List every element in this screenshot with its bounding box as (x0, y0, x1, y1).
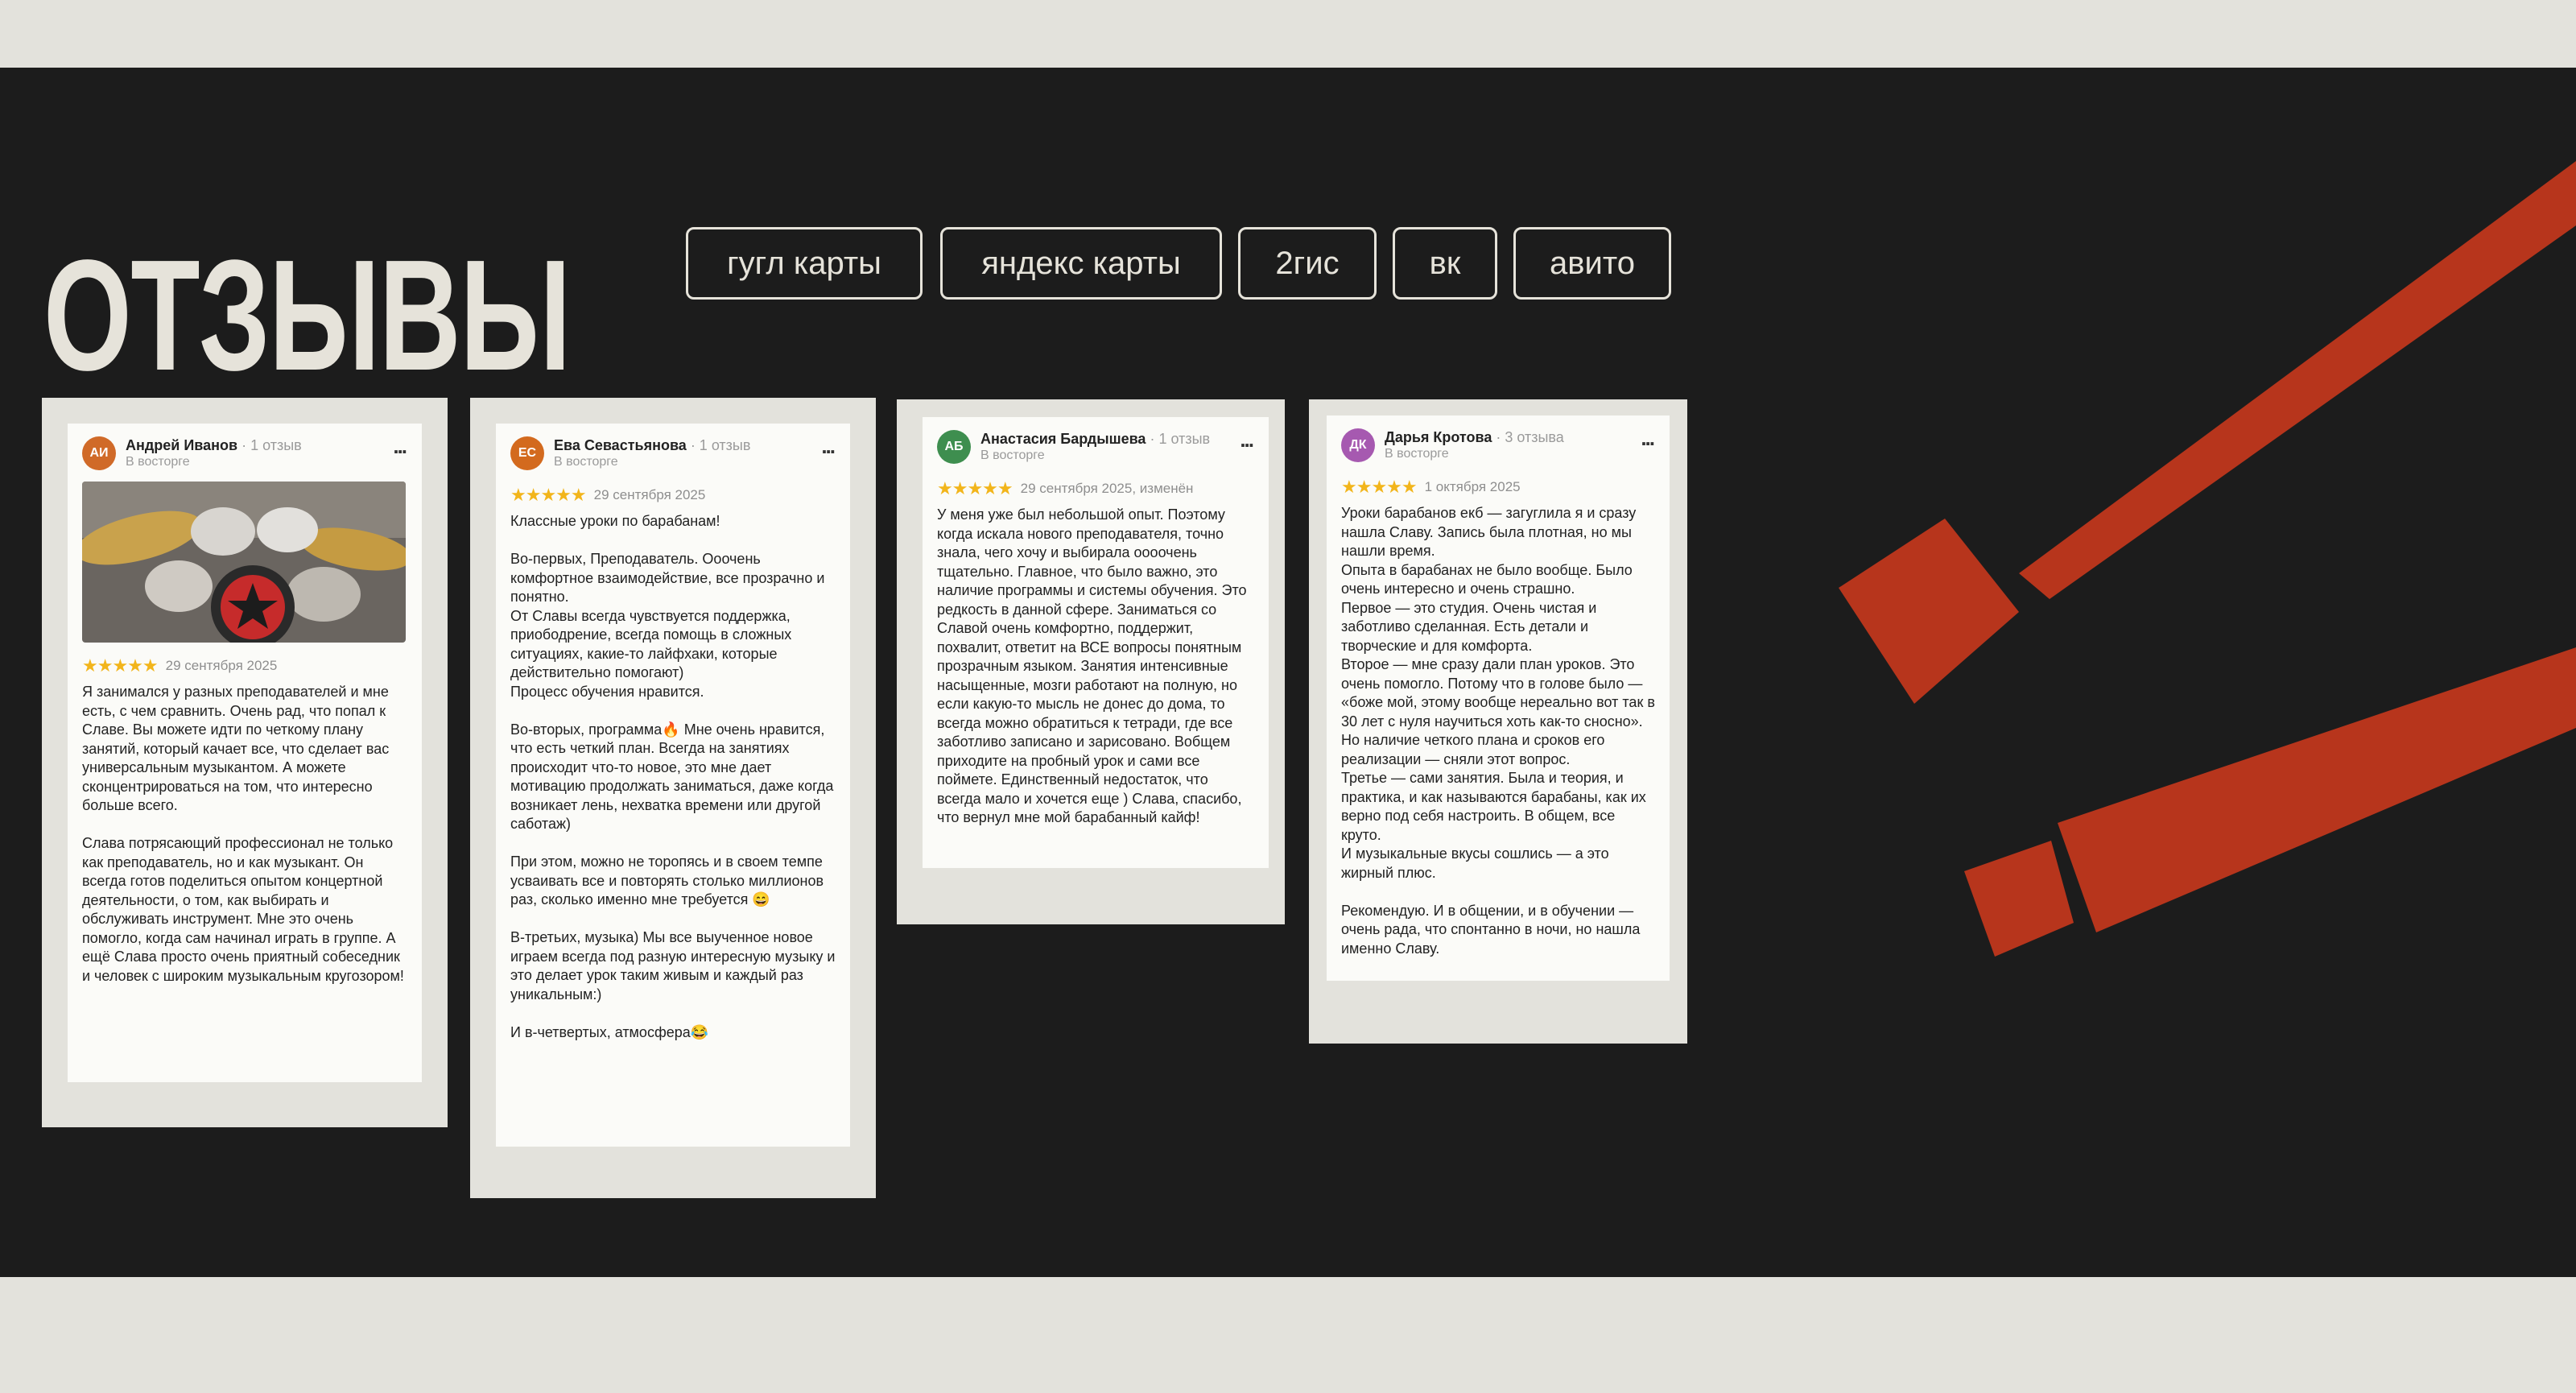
review-text: Классные уроки по барабанам! Во-первых, … (510, 513, 836, 1040)
author-name: Ева Севастьянова (554, 437, 687, 453)
review-text: Уроки барабанов екб — загуглила я и сраз… (1341, 505, 1655, 957)
review-author: Андрей Иванов · 1 отзыв (126, 436, 302, 454)
review-date: 29 сентября 2025 (165, 658, 278, 673)
google-maps-button[interactable]: гугл карты (686, 227, 923, 300)
author-name: Дарья Кротова (1385, 429, 1492, 445)
rating-stars: ★★★★★ (1341, 477, 1418, 497)
review-author: Анастасия Бардышева · 1 отзыв (980, 430, 1210, 448)
rating-stars: ★★★★★ (510, 485, 587, 505)
author-review-count: · 3 отзыва (1496, 429, 1564, 445)
reviews-section: ОТЗЫВЫ гугл карты яндекс карты 2гис вк а… (0, 68, 2576, 1277)
review-date: 1 октября 2025 (1424, 479, 1521, 494)
review-mood: В восторге (1385, 447, 1449, 461)
avatar: ДК (1341, 428, 1375, 462)
avatar: АИ (82, 436, 116, 470)
avito-button[interactable]: авито (1513, 227, 1671, 300)
review-card: ЕС Ева Севастьянова · 1 отзыв В восторге… (496, 424, 850, 1147)
drumstick-lower-shaft (2058, 647, 2576, 932)
drumstick-upper-tip (1839, 519, 2019, 704)
author-name: Андрей Иванов (126, 437, 238, 453)
review-mood: В восторге (980, 448, 1045, 462)
review-author: Ева Севастьянова · 1 отзыв (554, 436, 750, 454)
google-maps-label: гугл карты (727, 245, 881, 281)
page-title: ОТЗЫВЫ (43, 227, 571, 403)
drumstick-lower-tip (1964, 841, 2074, 957)
review-mood: В восторге (126, 455, 190, 469)
author-review-count: · 1 отзыв (690, 437, 751, 453)
vk-label: вк (1429, 245, 1461, 281)
2gis-button[interactable]: 2гис (1238, 227, 1377, 300)
2gis-label: 2гис (1275, 245, 1340, 281)
more-options-icon[interactable]: ... (393, 436, 407, 457)
author-review-count: · 1 отзыв (1150, 431, 1211, 447)
review-text: У меня уже был небольшой опыт. Поэтому к… (937, 506, 1247, 825)
review-author: Дарья Кротова · 3 отзыва (1385, 428, 1564, 446)
review-date: 29 сентября 2025, изменён (1020, 481, 1194, 496)
review-mood: В восторге (554, 455, 618, 469)
author-review-count: · 1 отзыв (242, 437, 302, 453)
review-text: Я занимался у разных преподавателей и мн… (82, 684, 404, 984)
review-meta: ★★★★★ 29 сентября 2025 (510, 485, 705, 506)
drumstick-upper-shaft (2019, 161, 2576, 599)
review-card: ДК Дарья Кротова · 3 отзыва В восторге .… (1327, 415, 1670, 981)
more-options-icon[interactable]: ... (821, 436, 836, 457)
more-options-icon[interactable]: ... (1240, 429, 1254, 450)
review-card: АИ Андрей Иванов · 1 отзыв В восторге ..… (68, 424, 422, 1082)
avatar: ЕС (510, 436, 544, 470)
rating-stars: ★★★★★ (82, 655, 159, 676)
avito-label: авито (1550, 245, 1635, 281)
review-meta: ★★★★★ 29 сентября 2025 (82, 655, 277, 676)
yandex-maps-label: яндекс карты (981, 245, 1181, 281)
review-date: 29 сентября 2025 (593, 487, 706, 502)
rating-stars: ★★★★★ (937, 478, 1013, 498)
author-name: Анастасия Бардышева (980, 431, 1146, 447)
review-card: АБ Анастасия Бардышева · 1 отзыв В восто… (923, 417, 1269, 868)
yandex-maps-button[interactable]: яндекс карты (940, 227, 1222, 300)
avatar: АБ (937, 430, 971, 464)
review-meta: ★★★★★ 1 октября 2025 (1341, 477, 1521, 498)
vk-button[interactable]: вк (1393, 227, 1497, 300)
review-meta: ★★★★★ 29 сентября 2025, изменён (937, 478, 1193, 499)
drum-kit-photo[interactable] (82, 482, 406, 643)
more-options-icon[interactable]: ... (1641, 428, 1655, 448)
